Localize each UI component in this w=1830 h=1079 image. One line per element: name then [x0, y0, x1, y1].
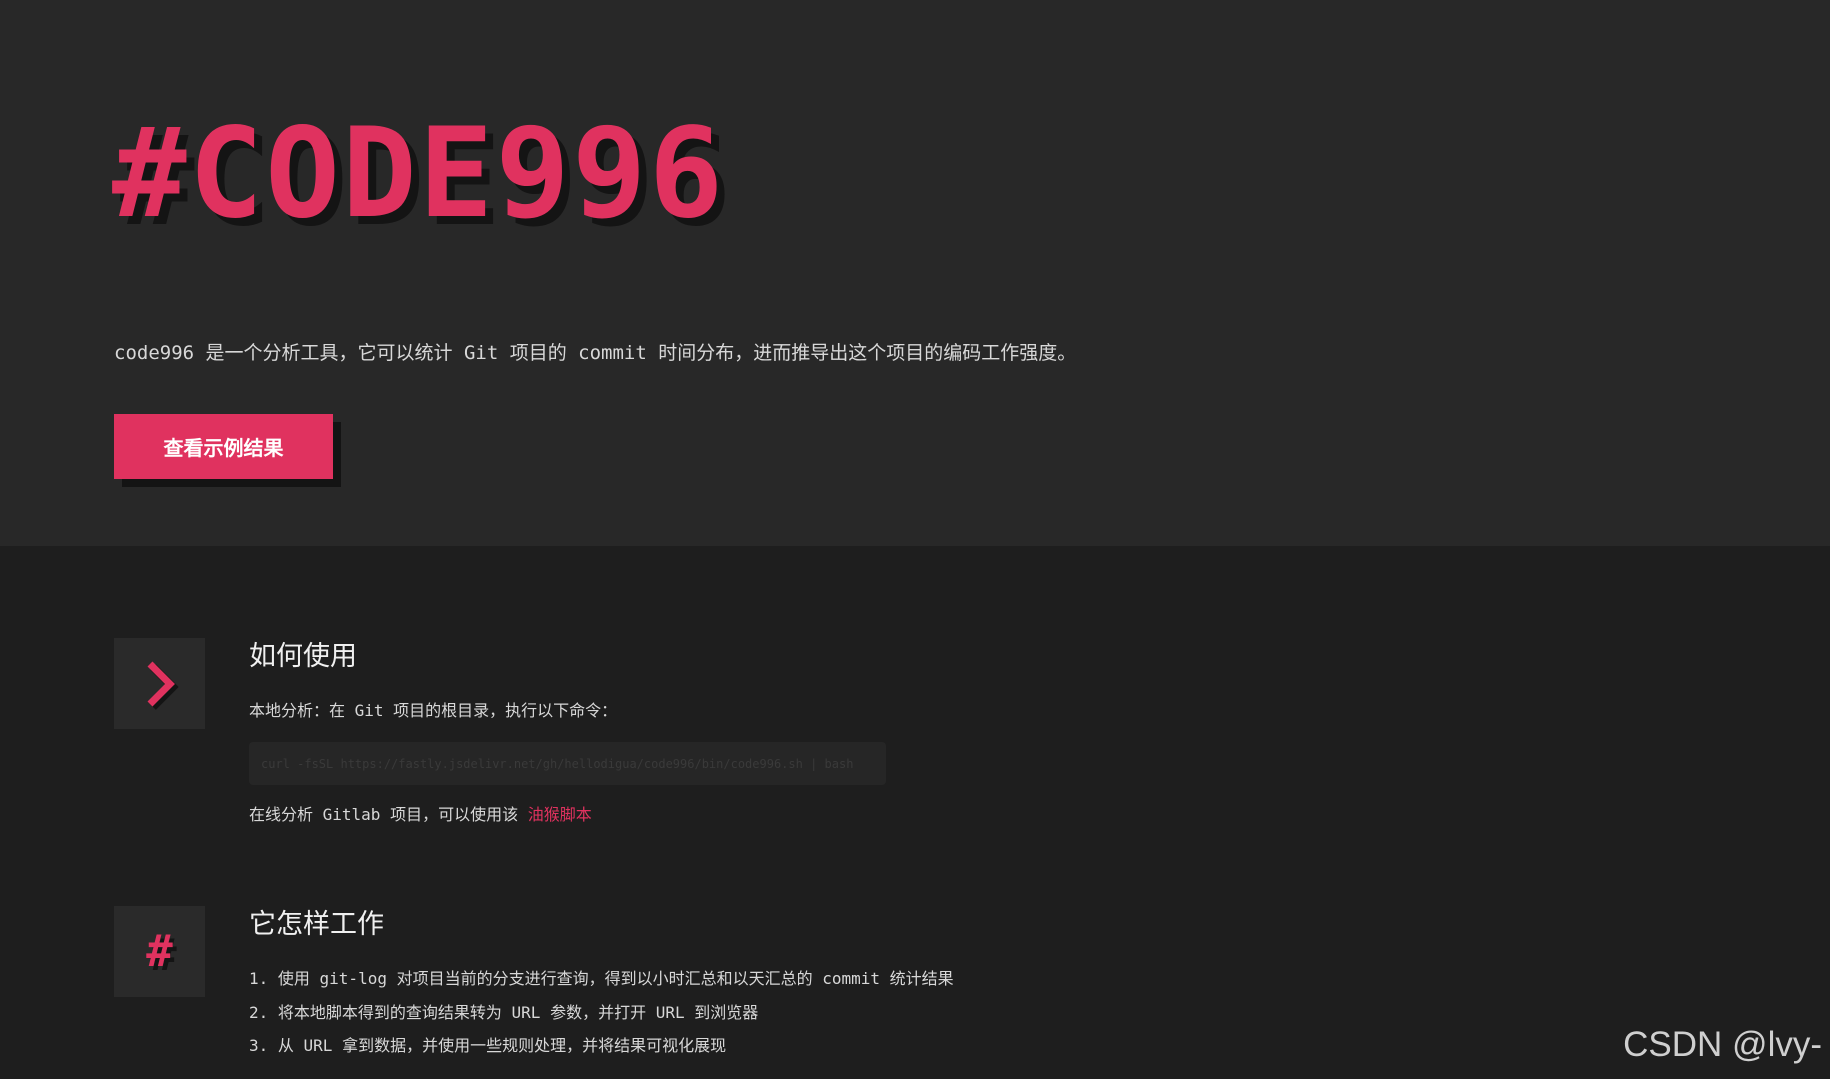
command-text[interactable]: curl -fsSL https://fastly.jsdelivr.net/g…: [261, 757, 853, 771]
command-box[interactable]: curl -fsSL https://fastly.jsdelivr.net/g…: [249, 742, 886, 785]
watermark: CSDN @lvy-: [1623, 1025, 1822, 1064]
how-title: 它怎样工作: [249, 909, 384, 940]
local-analysis-label: 本地分析：在 Git 项目的根目录，执行以下命令：: [249, 701, 618, 720]
chevron-right-icon: [147, 661, 179, 710]
step-item: 1. 使用 git-log 对项目当前的分支进行查询，得到以小时汇总和以天汇总的…: [249, 969, 954, 988]
hero-section: #CODE996 code996 是一个分析工具，它可以统计 Git 项目的 c…: [0, 0, 1830, 546]
how-icon-box: #: [114, 906, 205, 997]
view-example-button[interactable]: 查看示例结果: [114, 414, 333, 479]
step-item: 2. 将本地脚本得到的查询结果转为 URL 参数，并打开 URL 到浏览器: [249, 1003, 759, 1022]
usage-title: 如何使用: [249, 641, 357, 672]
hash-icon: #: [146, 926, 173, 977]
step-item: 3. 从 URL 拿到数据，并使用一些规则处理，并将结果可视化展现: [249, 1036, 727, 1055]
page-title: #CODE996: [112, 102, 726, 246]
userscript-link[interactable]: 油猴脚本: [528, 805, 592, 824]
online-analysis-line: 在线分析 Gitlab 项目，可以使用该 油猴脚本: [249, 801, 592, 825]
hero-description: code996 是一个分析工具，它可以统计 Git 项目的 commit 时间分…: [114, 342, 1077, 364]
online-analysis-label: 在线分析 Gitlab 项目，可以使用该: [249, 805, 519, 824]
usage-icon-box: [114, 638, 205, 729]
